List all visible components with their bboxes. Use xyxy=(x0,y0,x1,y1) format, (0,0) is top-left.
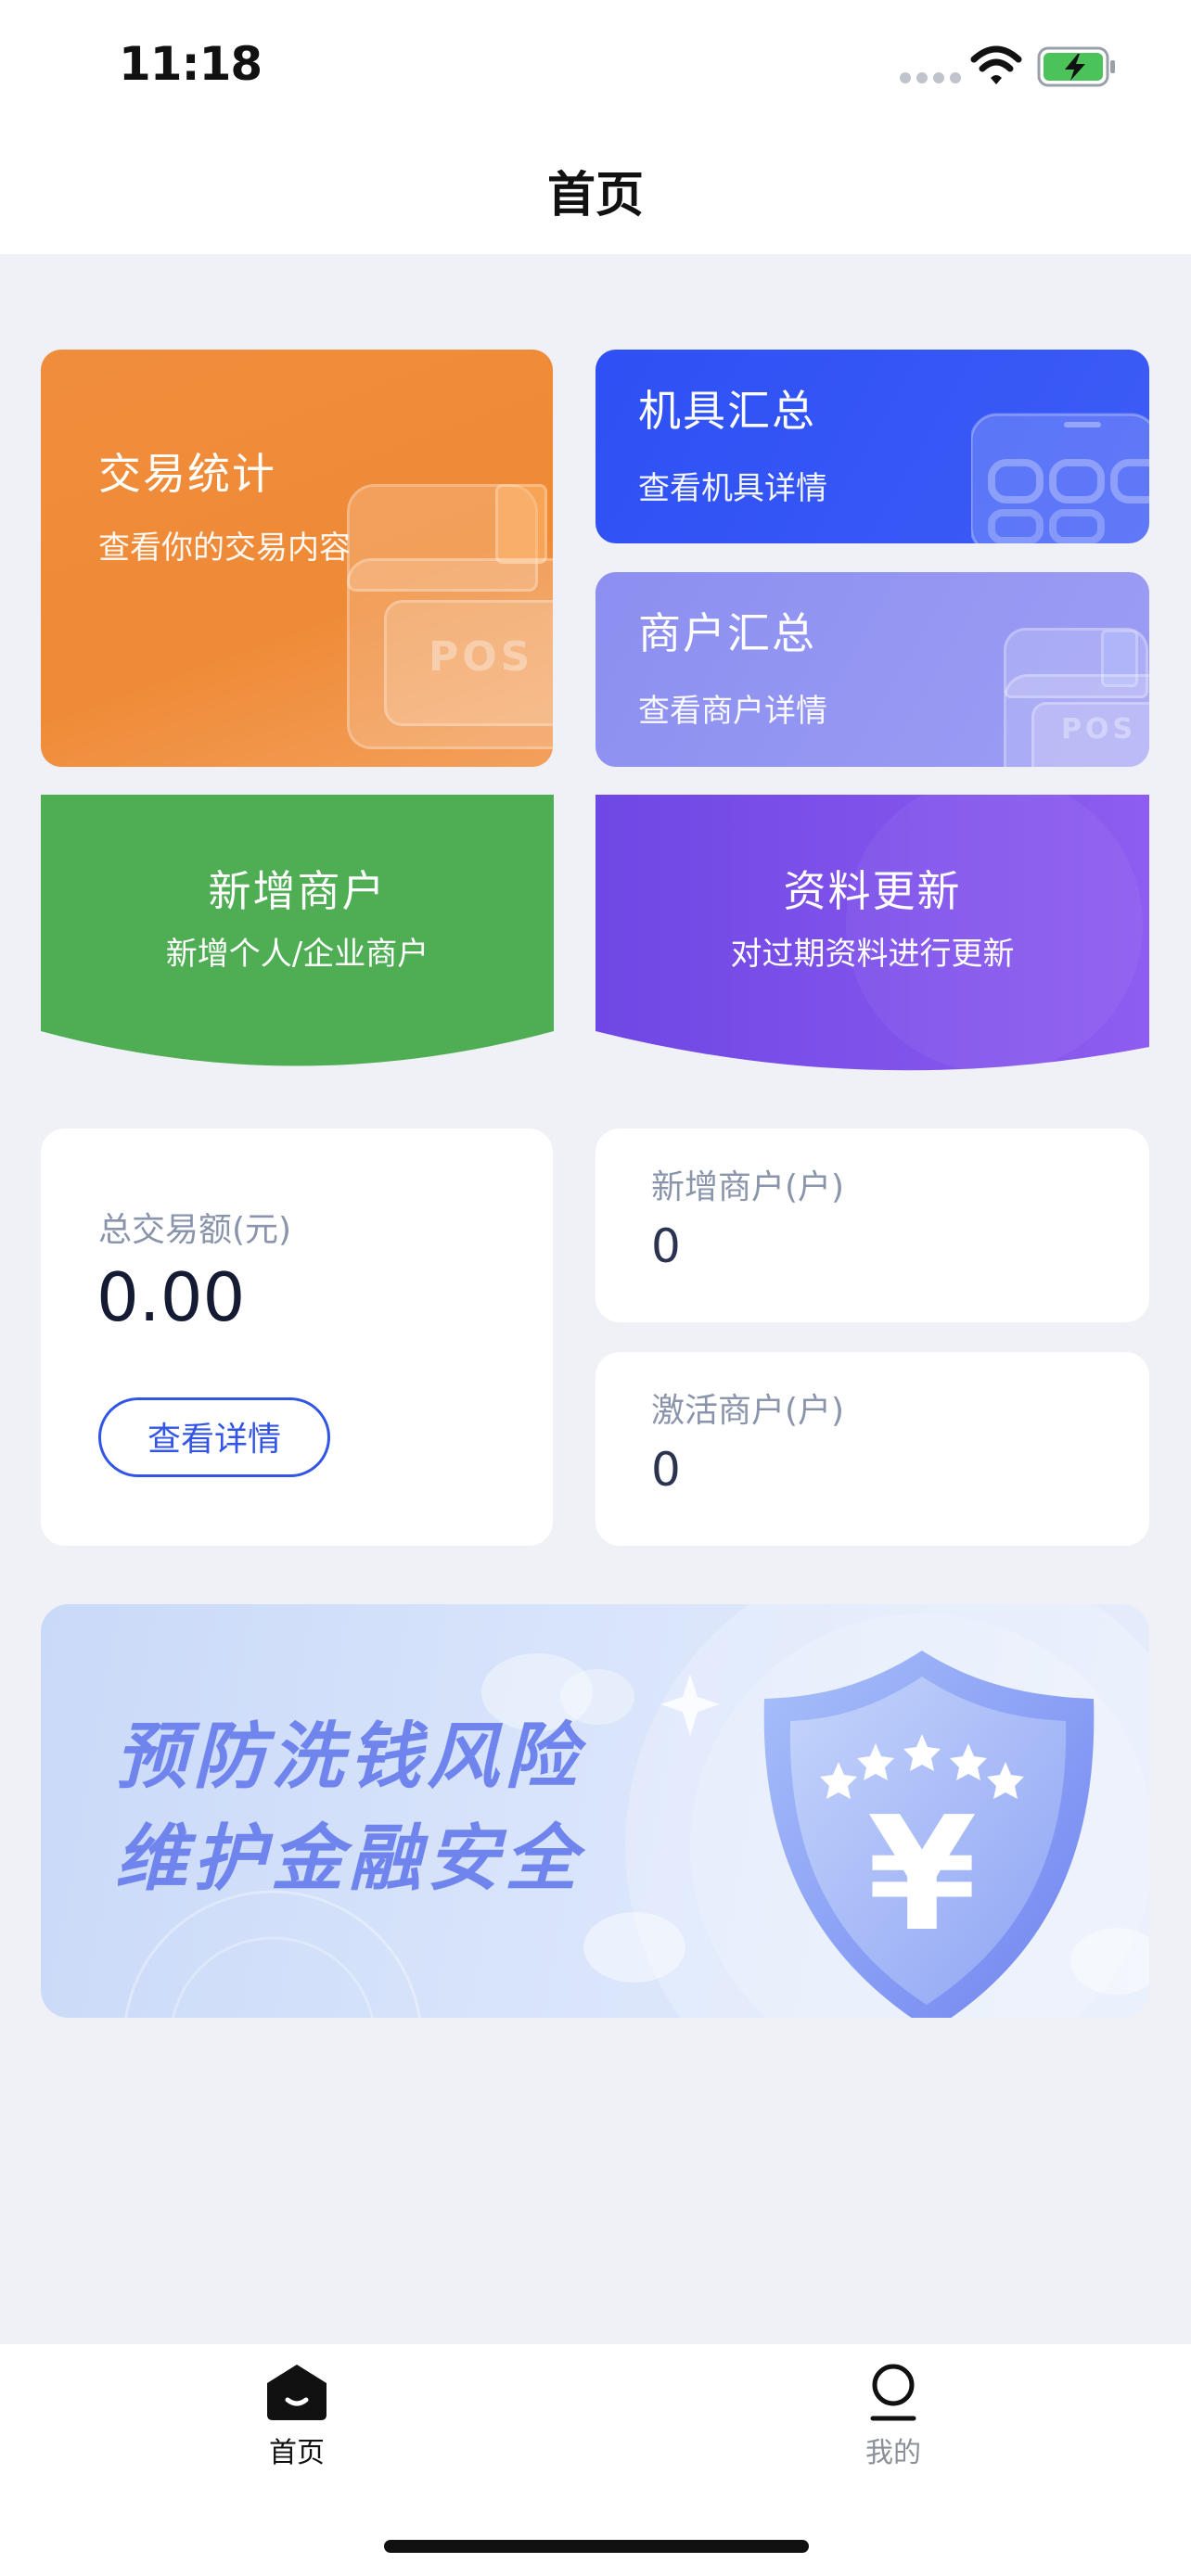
active-merchants-value: 0 xyxy=(651,1443,681,1497)
new-merchants-value: 0 xyxy=(651,1219,681,1273)
trade-statistics-card[interactable]: 交易统计 查看你的交易内容 POS xyxy=(41,350,553,767)
trade-statistics-title: 交易统计 xyxy=(98,449,276,499)
shield-yuan-icon: ¥ xyxy=(763,1651,1095,2018)
tab-home-label: 首页 xyxy=(269,2437,325,2469)
view-details-button[interactable]: 查看详情 xyxy=(98,1397,330,1477)
machine-summary-title: 机具汇总 xyxy=(638,386,816,436)
new-merchants-label: 新增商户(户) xyxy=(651,1168,845,1206)
page-title: 首页 xyxy=(546,168,644,223)
update-info-subtitle: 对过期资料进行更新 xyxy=(730,936,1015,973)
new-merchants-stat-card: 新增商户(户) 0 xyxy=(596,1129,1149,1322)
new-merchant-subtitle: 新增个人/企业商户 xyxy=(165,936,429,973)
wifi-icon xyxy=(970,45,1022,84)
cellular-signal-icon xyxy=(900,72,961,83)
merchant-summary-title: 商户汇总 xyxy=(638,608,816,658)
new-merchant-card[interactable]: 新增商户 新增个人/企业商户 xyxy=(41,795,554,1073)
profile-icon xyxy=(870,2364,916,2421)
active-merchants-label: 激活商户(户) xyxy=(651,1392,845,1430)
keypad-terminal-icon xyxy=(971,413,1149,543)
status-time: 11:18 xyxy=(119,37,263,91)
merchant-summary-card[interactable]: 商户汇总 查看商户详情 POS xyxy=(596,572,1149,767)
tab-profile-label: 我的 xyxy=(865,2437,921,2469)
trade-statistics-subtitle: 查看你的交易内容 xyxy=(98,529,351,567)
update-info-title: 资料更新 xyxy=(783,866,962,916)
machine-summary-subtitle: 查看机具详情 xyxy=(638,470,827,507)
battery-charging-icon xyxy=(1037,46,1115,87)
status-bar: 11:18 xyxy=(0,0,1191,130)
banner-line-2: 维护金融安全 xyxy=(115,1817,583,1901)
svg-text:¥: ¥ xyxy=(867,1783,977,1967)
home-icon xyxy=(267,2365,327,2420)
machine-summary-card[interactable]: 机具汇总 查看机具详情 xyxy=(596,350,1149,543)
total-transaction-label: 总交易额(元) xyxy=(98,1211,292,1249)
nav-header: 首页 xyxy=(0,130,1191,254)
total-transaction-value: 0.00 xyxy=(96,1258,246,1336)
total-transaction-card: 总交易额(元) 0.00 查看详情 xyxy=(41,1129,553,1546)
anti-money-laundering-banner[interactable]: ¥ 预防洗钱风险 维护金融安全 xyxy=(41,1604,1149,2018)
merchant-summary-subtitle: 查看商户详情 xyxy=(638,693,827,730)
active-merchants-stat-card: 激活商户(户) 0 xyxy=(596,1352,1149,1546)
tab-profile[interactable]: 我的 xyxy=(800,2363,986,2470)
tab-home[interactable]: 首页 xyxy=(204,2363,390,2470)
banner-line-1: 预防洗钱风险 xyxy=(115,1715,583,1799)
new-merchant-title: 新增商户 xyxy=(208,866,387,916)
update-info-card[interactable]: 资料更新 对过期资料进行更新 xyxy=(596,795,1149,1073)
home-indicator xyxy=(384,2540,809,2553)
